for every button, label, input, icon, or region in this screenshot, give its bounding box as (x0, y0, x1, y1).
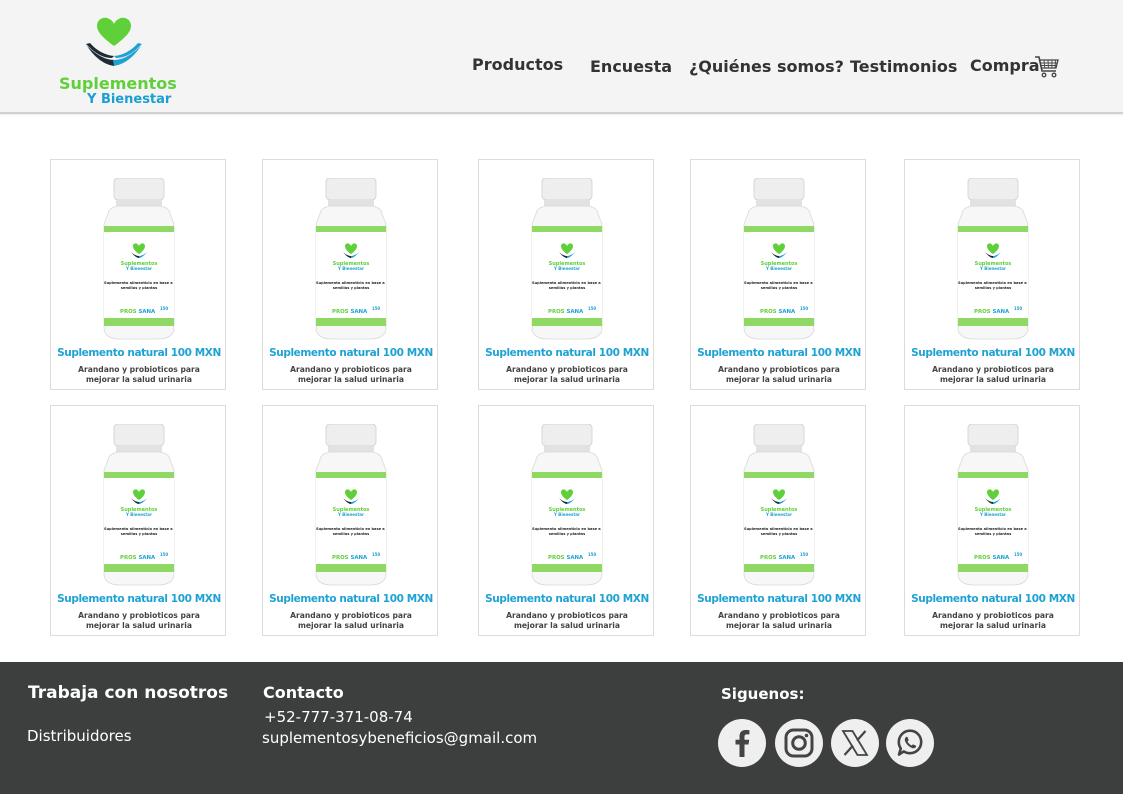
product-card[interactable]: Suplementos Y Bienestar Suplemento alime… (904, 159, 1080, 390)
supplement-bottle-image: Suplementos Y Bienestar Suplemento alime… (531, 178, 603, 340)
svg-text:Y Bienestar: Y Bienestar (337, 512, 364, 517)
product-card[interactable]: Suplementos Y Bienestar Suplemento alime… (262, 405, 438, 636)
follow-us-title: Siguenos: (721, 685, 805, 703)
svg-text:Y Bienestar: Y Bienestar (553, 266, 580, 271)
whatsapp-icon[interactable] (886, 719, 934, 767)
product-title[interactable]: Suplemento natural 100 MXN (51, 347, 227, 359)
svg-text:PROS SANA: PROS SANA (120, 309, 156, 315)
svg-text:PROS SANA: PROS SANA (760, 555, 796, 561)
product-description: Arandano y probioticos para mejorar la s… (78, 611, 200, 630)
product-title[interactable]: Suplemento natural 100 MXN (479, 347, 655, 359)
product-title[interactable]: Suplemento natural 100 MXN (691, 593, 867, 605)
supplement-bottle-image: Suplementos Y Bienestar Suplemento alime… (103, 424, 175, 586)
product-title[interactable]: Suplemento natural 100 MXN (691, 347, 867, 359)
svg-text:PROS SANA: PROS SANA (548, 555, 584, 561)
svg-text:PROS SANA: PROS SANA (974, 309, 1010, 315)
contact-email[interactable]: suplementosybeneficios@gmail.com (262, 729, 537, 747)
product-title[interactable]: Suplemento natural 100 MXN (905, 593, 1081, 605)
product-card[interactable]: Suplementos Y Bienestar Suplemento alime… (50, 159, 226, 390)
supplement-bottle-image: Suplementos Y Bienestar Suplemento alime… (957, 178, 1029, 340)
svg-text:150: 150 (800, 306, 809, 311)
contact-phone[interactable]: +52-777-371-08-74 (264, 708, 413, 726)
product-card[interactable]: Suplementos Y Bienestar Suplemento alime… (478, 405, 654, 636)
supplement-bottle-image: Suplementos Y Bienestar Suplemento alime… (957, 424, 1029, 586)
product-description: Arandano y probioticos para mejorar la s… (290, 611, 412, 630)
contact-title: Contacto (263, 683, 344, 702)
site-logo[interactable]: Suplementos Y Bienestar (56, 16, 177, 110)
x-icon[interactable] (831, 719, 879, 767)
product-description: Arandano y probioticos para mejorar la s… (718, 611, 840, 630)
supplement-bottle-image: Suplementos Y Bienestar Suplemento alime… (315, 178, 387, 340)
svg-text:Y Bienestar: Y Bienestar (125, 512, 152, 517)
svg-text:150: 150 (800, 552, 809, 557)
product-card[interactable]: Suplementos Y Bienestar Suplemento alime… (262, 159, 438, 390)
logo-text-line2: Y Bienestar (87, 92, 172, 107)
svg-text:150: 150 (160, 552, 169, 557)
svg-text:PROS SANA: PROS SANA (548, 309, 584, 315)
svg-text:PROS SANA: PROS SANA (974, 555, 1010, 561)
product-description: Arandano y probioticos para mejorar la s… (932, 611, 1054, 630)
nav-productos[interactable]: Productos (472, 55, 563, 74)
heart-hands-icon (86, 17, 142, 66)
product-title[interactable]: Suplemento natural 100 MXN (479, 593, 655, 605)
svg-text:150: 150 (1014, 306, 1023, 311)
product-card[interactable]: Suplementos Y Bienestar Suplemento alime… (50, 405, 226, 636)
instagram-icon[interactable] (775, 719, 823, 767)
product-card[interactable]: Suplementos Y Bienestar Suplemento alime… (478, 159, 654, 390)
nav-compra[interactable]: Compra (970, 56, 1040, 75)
svg-text:Y Bienestar: Y Bienestar (553, 512, 580, 517)
svg-text:150: 150 (372, 552, 381, 557)
product-description: Arandano y probioticos para mejorar la s… (718, 365, 840, 384)
svg-text:150: 150 (160, 306, 169, 311)
product-card[interactable]: Suplementos Y Bienestar Suplemento alime… (904, 405, 1080, 636)
svg-text:PROS SANA: PROS SANA (120, 555, 156, 561)
svg-text:Y Bienestar: Y Bienestar (979, 512, 1006, 517)
svg-text:150: 150 (588, 306, 597, 311)
logo-text-line1: Suplementos (59, 74, 177, 93)
svg-text:150: 150 (372, 306, 381, 311)
svg-text:PROS SANA: PROS SANA (332, 309, 368, 315)
nav-encuesta[interactable]: Encuesta (590, 57, 672, 76)
product-card[interactable]: Suplementos Y Bienestar Suplemento alime… (690, 405, 866, 636)
svg-text:150: 150 (588, 552, 597, 557)
svg-text:150: 150 (1014, 552, 1023, 557)
distributors-link[interactable]: Distribuidores (27, 727, 132, 745)
nav-quienes-somos[interactable]: ¿Quiénes somos? (689, 57, 844, 76)
product-title[interactable]: Suplemento natural 100 MXN (263, 593, 439, 605)
product-description: Arandano y probioticos para mejorar la s… (932, 365, 1054, 384)
supplement-bottle-image: Suplementos Y Bienestar Suplemento alime… (743, 424, 815, 586)
site-footer: Trabaja con nosotros Distribuidores Cont… (0, 662, 1123, 794)
product-card[interactable]: Suplementos Y Bienestar Suplemento alime… (690, 159, 866, 390)
supplement-bottle-image: Suplementos Y Bienestar Suplemento alime… (531, 424, 603, 586)
svg-text:PROS SANA: PROS SANA (332, 555, 368, 561)
supplement-bottle-image: Suplementos Y Bienestar Suplemento alime… (315, 424, 387, 586)
product-description: Arandano y probioticos para mejorar la s… (290, 365, 412, 384)
svg-text:Y Bienestar: Y Bienestar (765, 266, 792, 271)
svg-text:PROS SANA: PROS SANA (760, 309, 796, 315)
product-title[interactable]: Suplemento natural 100 MXN (51, 593, 227, 605)
supplement-bottle-image: Suplementos Y Bienestar Suplemento alime… (103, 178, 175, 340)
work-with-us-title: Trabaja con nosotros (28, 683, 229, 703)
site-header: Suplementos Y Bienestar Productos Encues… (0, 0, 1123, 114)
nav-testimonios[interactable]: Testimonios (850, 57, 957, 76)
svg-text:Y Bienestar: Y Bienestar (125, 266, 152, 271)
product-description: Arandano y probioticos para mejorar la s… (506, 365, 628, 384)
supplement-bottle-image: Suplementos Y Bienestar Suplemento alime… (743, 178, 815, 340)
product-description: Arandano y probioticos para mejorar la s… (78, 365, 200, 384)
svg-text:Y Bienestar: Y Bienestar (337, 266, 364, 271)
svg-text:Y Bienestar: Y Bienestar (765, 512, 792, 517)
product-title[interactable]: Suplemento natural 100 MXN (263, 347, 439, 359)
product-title[interactable]: Suplemento natural 100 MXN (905, 347, 1081, 359)
svg-text:Y Bienestar: Y Bienestar (979, 266, 1006, 271)
shopping-cart-icon[interactable] (1034, 54, 1060, 80)
product-description: Arandano y probioticos para mejorar la s… (506, 611, 628, 630)
facebook-icon[interactable] (718, 719, 766, 767)
